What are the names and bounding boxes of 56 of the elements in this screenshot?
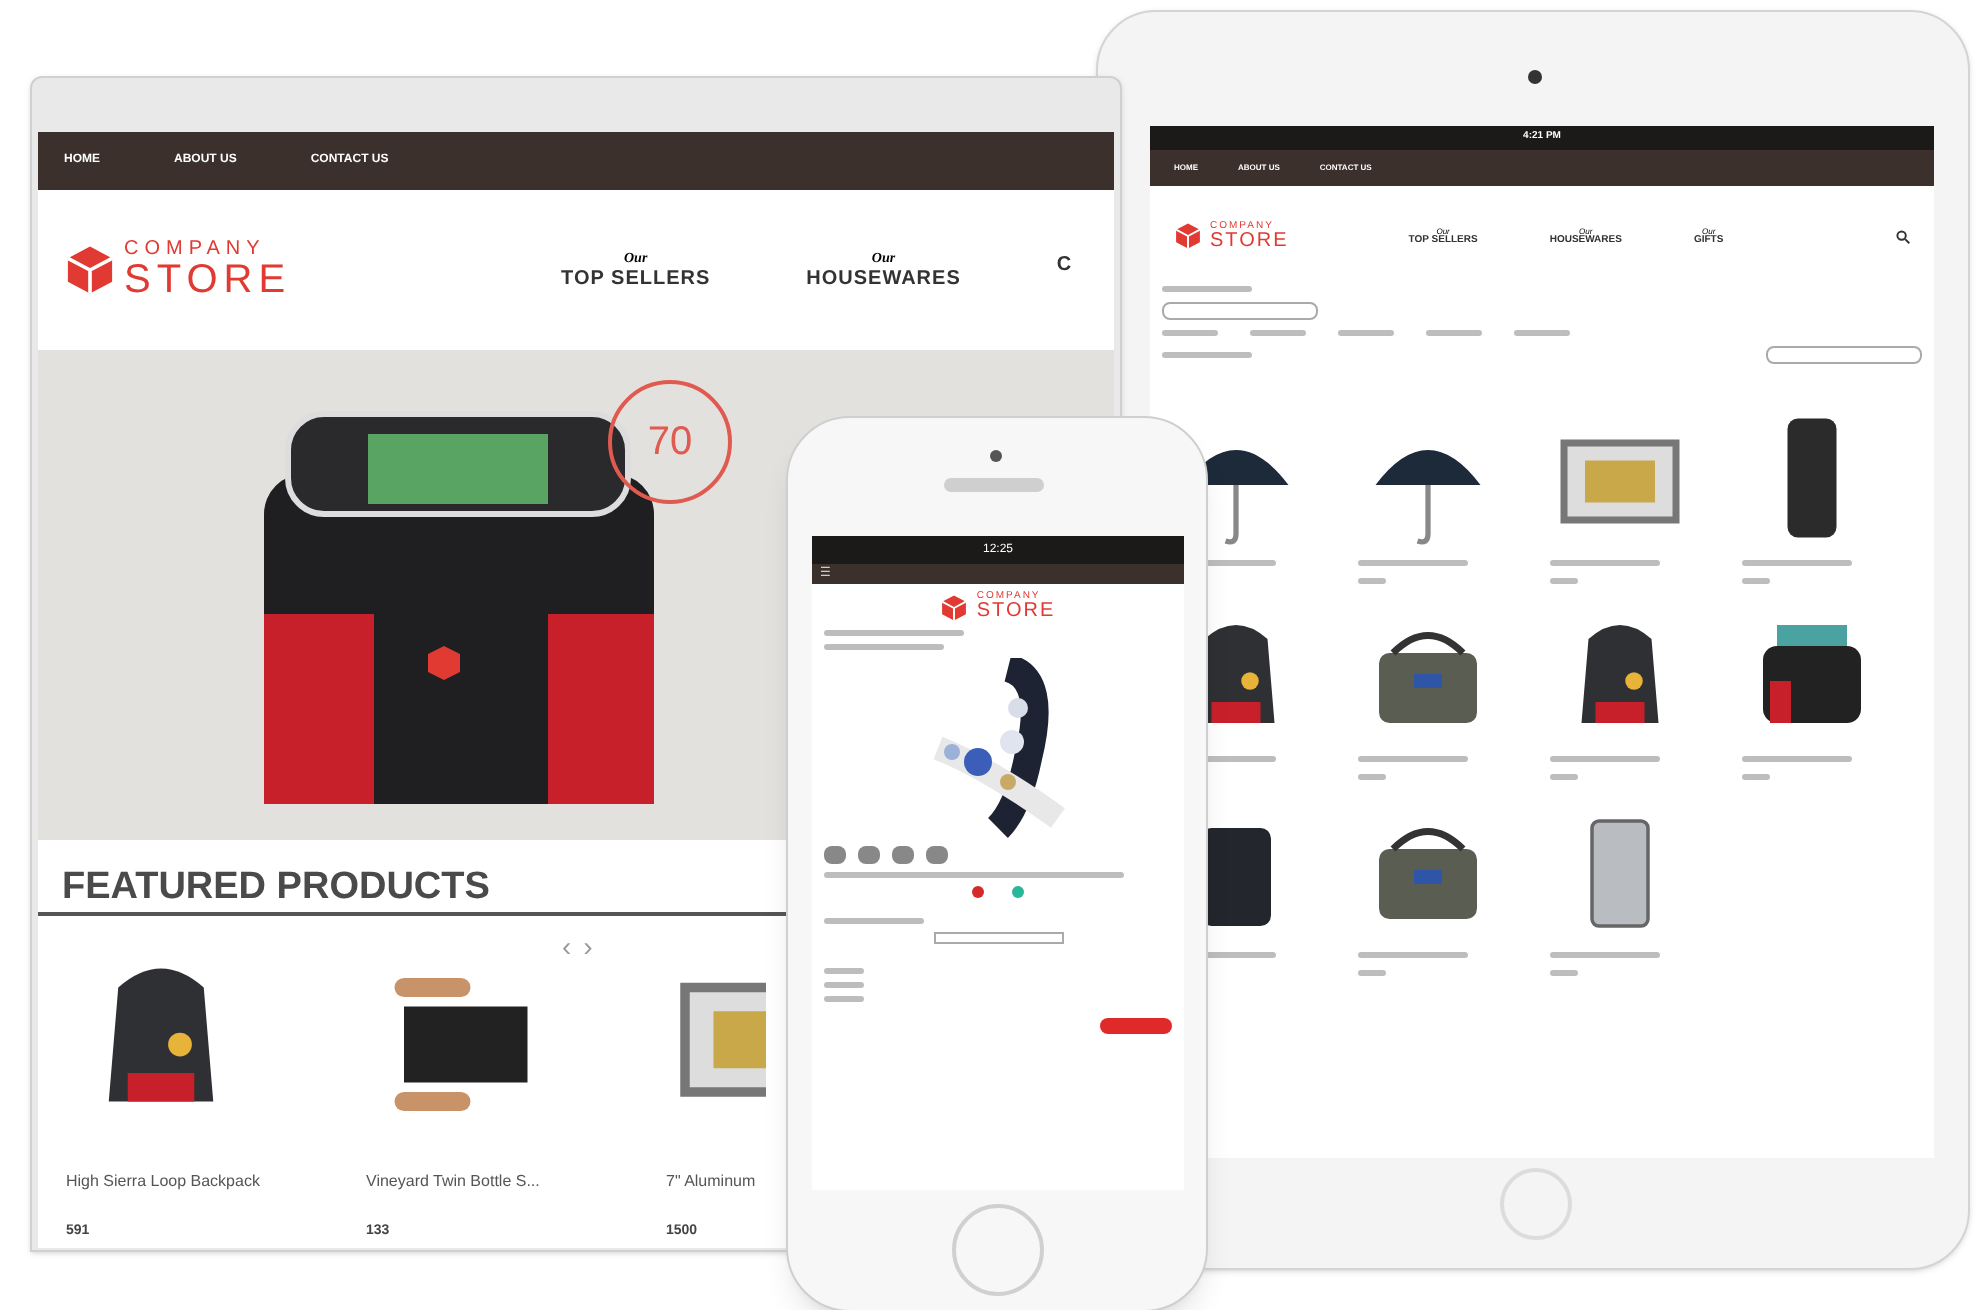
illegible-text-line [1338,330,1394,336]
search-icon[interactable] [1896,229,1910,243]
illegible-text-line [1358,560,1468,566]
illegible-text-line [1358,952,1468,958]
logo-text: STORE [1210,231,1289,251]
swatch-icon[interactable] [972,886,984,898]
illegible-text-line [824,968,864,974]
logo-text: COMPANY [124,240,268,260]
swatch-icon[interactable] [1012,886,1024,898]
product-name[interactable]: Vineyard Twin Bottle S... [366,1170,540,1194]
illegible-text-line [824,644,944,650]
illegible-text-line [1550,952,1660,958]
illegible-text-line [1550,774,1578,780]
illegible-text-line [1162,352,1252,358]
logo-cube-icon [1174,222,1202,250]
illegible-text-line [1358,774,1386,780]
camera-icon [1528,70,1542,84]
thumbnail-photo[interactable] [892,846,914,864]
illegible-text-line [1550,756,1660,762]
illegible-text-line [1426,330,1482,336]
illegible-text-line [1358,756,1468,762]
speaker-icon [944,478,1044,492]
illegible-text-line [1358,970,1386,976]
illegible-text-line [1742,774,1770,780]
illegible-text-line [824,630,964,636]
illegible-text-line [1742,578,1770,584]
menu-link[interactable]: C [1056,251,1073,289]
illegible-text-line [1162,330,1218,336]
illegible-text-line [1250,330,1306,336]
illegible-text-line [824,996,864,1002]
logo-cube-icon [64,244,116,296]
logo-text: STORE [124,260,292,300]
illegible-text-line [1550,970,1578,976]
product-name[interactable]: 7" Aluminum [666,1170,756,1194]
thumbnail-photo[interactable] [858,846,880,864]
illegible-text-line [1742,756,1852,762]
illegible-text-line [1358,578,1386,584]
sort-dropdown[interactable] [1766,346,1922,364]
add-to-cart-button[interactable] [1100,1018,1172,1034]
search-field[interactable] [1162,302,1318,320]
illegible-text-line [824,982,864,988]
thumbnail-photo[interactable] [926,846,948,864]
section-title: FEATURED PRODUCTS [62,868,490,906]
illegible-text-line [1550,560,1660,566]
dropdown-field[interactable] [933,932,1063,944]
illegible-text-line [1550,578,1578,584]
logo-text: STORE [976,602,1056,622]
logo-cube-icon [940,593,969,621]
illegible-text-line [1514,330,1570,336]
camera-icon [990,450,1002,462]
thumbnail-photo[interactable] [824,846,846,864]
badge-number: 70 [647,418,693,468]
product-name[interactable]: High Sierra Loop Backpack [66,1170,260,1194]
illegible-text-line [1742,560,1852,566]
illegible-text-line [824,918,924,924]
illegible-text-line [1162,286,1252,292]
